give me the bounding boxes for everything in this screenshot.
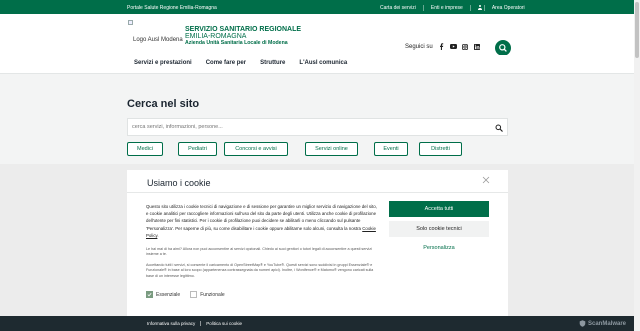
top-link-enti-imprese[interactable]: Enti e imprese xyxy=(422,4,470,11)
portal-link[interactable]: Portale Salute Regione Emilia-Romagna xyxy=(127,5,217,11)
cookie-dialog: Usiamo i cookie Questo sito utilizza i c… xyxy=(127,170,508,316)
search-input[interactable] xyxy=(132,124,472,130)
accept-all-button[interactable]: Accetta tutti xyxy=(389,201,489,217)
cookie-services-note: Accettando tutti i servizi, si consente … xyxy=(146,263,374,278)
nav-item-come-fare-per[interactable]: Come fare per xyxy=(206,60,246,66)
quick-link-pediatri[interactable]: Pediatri xyxy=(178,142,217,156)
site-header: Logo Ausl Modena SERVIZIO SANITARIO REGI… xyxy=(0,14,640,56)
footer-link-cookie-policy[interactable]: Politica sui cookie xyxy=(200,321,247,326)
operator-area-link[interactable]: Area Operatori xyxy=(469,4,539,11)
linkedin-icon[interactable] xyxy=(474,43,481,50)
page-title: Cerca nel sito xyxy=(127,98,200,110)
customize-button[interactable]: Personalizza xyxy=(389,240,489,256)
watermark-text: ScanMalware xyxy=(588,320,627,327)
functional-label: Funzionale xyxy=(200,291,225,298)
header-search-button[interactable] xyxy=(495,40,511,56)
operator-area-label: Area Operatori xyxy=(483,4,532,11)
search-icon xyxy=(499,44,507,52)
instagram-icon[interactable] xyxy=(462,43,469,50)
brand-line-3: Azienda Unità Sanitaria Locale di Modena xyxy=(185,39,288,46)
quick-link-eventi[interactable]: Eventi xyxy=(374,142,408,156)
check-icon xyxy=(147,292,152,297)
watermark: ScanMalware xyxy=(579,320,626,327)
top-bar: Portale Salute Regione Emilia-Romagna Ca… xyxy=(0,0,640,14)
top-link-carta-servizi[interactable]: Carta dei servizi xyxy=(380,5,423,11)
main-nav: Servizi e prestazioni Come fare per Stru… xyxy=(0,55,640,74)
nav-items: Servizi e prestazioni Come fare per Stru… xyxy=(134,60,361,66)
cookie-minor-note: Le hai mai di ha aimi? Allora non puoi a… xyxy=(146,247,372,257)
nav-item-servizi-prestazioni[interactable]: Servizi e prestazioni xyxy=(134,60,192,66)
cookie-title: Usiamo i cookie xyxy=(147,178,211,188)
cookie-categories: Essenziale Funzionale xyxy=(146,291,225,298)
quick-link-servizi-online[interactable]: Servizi online xyxy=(305,142,358,156)
quick-link-concorsi[interactable]: Concorsi e avvisi xyxy=(224,142,288,156)
facebook-icon[interactable] xyxy=(438,43,445,50)
functional-checkbox[interactable] xyxy=(190,291,198,298)
shield-icon xyxy=(579,320,586,327)
scrollbar-thumb[interactable] xyxy=(635,2,639,58)
top-links: Carta dei servizi Enti e imprese Area Op… xyxy=(380,4,539,11)
search-icon[interactable] xyxy=(495,124,503,132)
user-icon xyxy=(477,5,482,10)
essential-label: Essenziale xyxy=(156,291,181,298)
close-icon[interactable] xyxy=(482,176,490,184)
quick-links: Medici Pediatri Concorsi e avvisi Serviz… xyxy=(127,142,508,156)
youtube-icon[interactable] xyxy=(449,43,457,50)
brand-line-1: SERVIZIO SANITARIO REGIONALE xyxy=(185,26,302,33)
logo-alt-text[interactable]: Logo Ausl Modena xyxy=(133,37,183,43)
nav-item-strutture[interactable]: Strutture xyxy=(260,60,285,66)
brand-block[interactable]: SERVIZIO SANITARIO REGIONALE EMILIA-ROMA… xyxy=(185,26,301,46)
divider xyxy=(127,192,508,193)
social-label: Seguici su xyxy=(405,43,433,50)
quick-link-medici[interactable]: Medici xyxy=(127,142,163,156)
cookie-description: Questo sito utilizza i cookie tecnici di… xyxy=(146,204,377,238)
essential-checkbox[interactable] xyxy=(146,291,153,298)
footer-link-privacy[interactable]: Informativa sulla privacy xyxy=(147,321,200,326)
footer: Informativa sulla privacy Politica sui c… xyxy=(0,316,640,331)
site-search xyxy=(127,118,508,136)
cookie-description-text: Questo sito utilizza i cookie tecnici di… xyxy=(146,204,377,231)
quick-link-distretti[interactable]: Distretti xyxy=(419,142,462,156)
footer-links: Informativa sulla privacy Politica sui c… xyxy=(147,321,247,326)
social-links: Seguici su xyxy=(405,43,481,50)
technical-only-button[interactable]: Solo cookie tecnici xyxy=(389,221,489,237)
broken-image-icon xyxy=(128,20,133,25)
nav-item-ausl-comunica[interactable]: L'Ausl comunica xyxy=(299,60,347,66)
